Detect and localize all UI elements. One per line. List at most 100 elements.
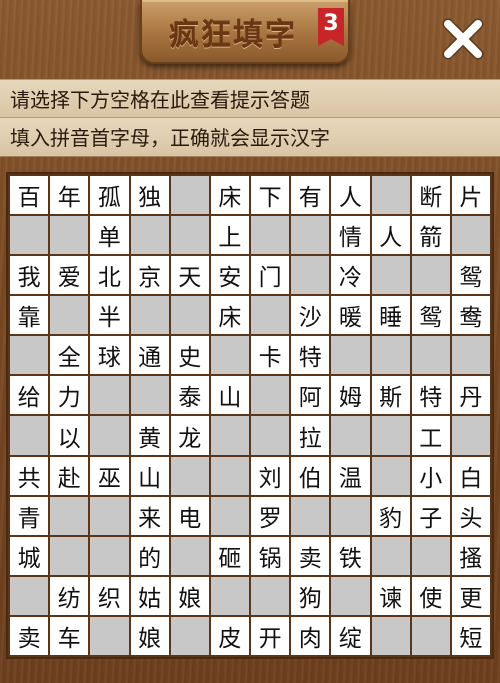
grid-cell-filled[interactable]: 泰 [170, 376, 209, 415]
grid-cell-filled[interactable]: 床 [210, 176, 249, 215]
grid-cell-empty[interactable] [210, 576, 249, 615]
grid-cell-filled[interactable]: 娘 [170, 576, 209, 615]
close-button[interactable] [440, 16, 486, 62]
grid-cell-empty[interactable] [130, 376, 169, 415]
grid-cell-empty[interactable] [130, 296, 169, 335]
grid-cell-filled[interactable]: 冷 [331, 256, 370, 295]
grid-cell-filled[interactable]: 罗 [251, 496, 290, 535]
grid-cell-filled[interactable]: 特 [291, 336, 330, 375]
grid-cell-filled[interactable]: 头 [451, 496, 490, 535]
grid-cell-filled[interactable]: 断 [411, 176, 450, 215]
grid-cell-empty[interactable] [90, 416, 129, 455]
grid-cell-filled[interactable]: 靠 [10, 296, 49, 335]
grid-cell-empty[interactable] [10, 416, 49, 455]
grid-cell-filled[interactable]: 白 [451, 456, 490, 495]
grid-cell-empty[interactable] [170, 176, 209, 215]
grid-cell-filled[interactable]: 年 [50, 176, 89, 215]
grid-cell-filled[interactable]: 电 [170, 496, 209, 535]
grid-cell-filled[interactable]: 搔 [451, 536, 490, 575]
grid-cell-filled[interactable]: 有 [291, 176, 330, 215]
grid-cell-filled[interactable]: 子 [411, 496, 450, 535]
grid-cell-empty[interactable] [170, 456, 209, 495]
grid-cell-filled[interactable]: 砸 [210, 536, 249, 575]
grid-cell-empty[interactable] [251, 216, 290, 255]
grid-cell-filled[interactable]: 独 [130, 176, 169, 215]
grid-cell-empty[interactable] [130, 216, 169, 255]
grid-cell-filled[interactable]: 短 [451, 616, 490, 655]
grid-cell-empty[interactable] [451, 216, 490, 255]
grid-cell-filled[interactable]: 车 [50, 616, 89, 655]
grid-cell-filled[interactable]: 单 [90, 216, 129, 255]
grid-cell-empty[interactable] [50, 496, 89, 535]
grid-cell-filled[interactable]: 通 [130, 336, 169, 375]
grid-cell-filled[interactable]: 赴 [50, 456, 89, 495]
grid-cell-filled[interactable]: 片 [451, 176, 490, 215]
grid-cell-filled[interactable]: 更 [451, 576, 490, 615]
grid-cell-empty[interactable] [411, 616, 450, 655]
grid-cell-filled[interactable]: 暖 [331, 296, 370, 335]
grid-cell-filled[interactable]: 给 [10, 376, 49, 415]
grid-cell-filled[interactable]: 工 [411, 416, 450, 455]
grid-cell-empty[interactable] [90, 536, 129, 575]
grid-cell-empty[interactable] [411, 336, 450, 375]
grid-cell-empty[interactable] [50, 536, 89, 575]
grid-cell-filled[interactable]: 卖 [291, 536, 330, 575]
grid-cell-filled[interactable]: 阿 [291, 376, 330, 415]
grid-cell-empty[interactable] [90, 496, 129, 535]
grid-cell-filled[interactable]: 黄 [130, 416, 169, 455]
grid-cell-empty[interactable] [331, 576, 370, 615]
grid-cell-filled[interactable]: 情 [331, 216, 370, 255]
grid-cell-filled[interactable]: 青 [10, 496, 49, 535]
grid-cell-filled[interactable]: 纺 [50, 576, 89, 615]
grid-cell-empty[interactable] [170, 296, 209, 335]
grid-cell-filled[interactable]: 姆 [331, 376, 370, 415]
grid-cell-filled[interactable]: 温 [331, 456, 370, 495]
grid-cell-empty[interactable] [371, 256, 410, 295]
grid-cell-empty[interactable] [170, 536, 209, 575]
grid-cell-filled[interactable]: 我 [10, 256, 49, 295]
grid-cell-empty[interactable] [90, 376, 129, 415]
grid-cell-filled[interactable]: 山 [130, 456, 169, 495]
grid-cell-empty[interactable] [411, 256, 450, 295]
grid-cell-empty[interactable] [10, 576, 49, 615]
grid-cell-filled[interactable]: 人 [331, 176, 370, 215]
grid-cell-filled[interactable]: 下 [251, 176, 290, 215]
grid-cell-empty[interactable] [411, 536, 450, 575]
grid-cell-filled[interactable]: 孤 [90, 176, 129, 215]
grid-cell-empty[interactable] [291, 256, 330, 295]
grid-cell-filled[interactable]: 巫 [90, 456, 129, 495]
grid-cell-filled[interactable]: 皮 [210, 616, 249, 655]
grid-cell-filled[interactable]: 山 [210, 376, 249, 415]
grid-cell-filled[interactable]: 箭 [411, 216, 450, 255]
grid-cell-filled[interactable]: 半 [90, 296, 129, 335]
grid-cell-filled[interactable]: 的 [130, 536, 169, 575]
grid-cell-empty[interactable] [251, 296, 290, 335]
grid-cell-filled[interactable]: 安 [210, 256, 249, 295]
grid-cell-filled[interactable]: 百 [10, 176, 49, 215]
grid-cell-filled[interactable]: 使 [411, 576, 450, 615]
grid-cell-empty[interactable] [331, 496, 370, 535]
grid-cell-filled[interactable]: 小 [411, 456, 450, 495]
grid-cell-filled[interactable]: 力 [50, 376, 89, 415]
grid-cell-filled[interactable]: 姑 [130, 576, 169, 615]
grid-cell-filled[interactable]: 开 [251, 616, 290, 655]
grid-cell-filled[interactable]: 织 [90, 576, 129, 615]
grid-cell-empty[interactable] [10, 216, 49, 255]
grid-cell-filled[interactable]: 斯 [371, 376, 410, 415]
grid-cell-filled[interactable]: 铁 [331, 536, 370, 575]
grid-cell-filled[interactable]: 史 [170, 336, 209, 375]
grid-cell-empty[interactable] [90, 616, 129, 655]
grid-cell-empty[interactable] [331, 336, 370, 375]
grid-cell-filled[interactable]: 特 [411, 376, 450, 415]
grid-cell-filled[interactable]: 鸳 [451, 256, 490, 295]
grid-cell-empty[interactable] [251, 576, 290, 615]
grid-cell-filled[interactable]: 京 [130, 256, 169, 295]
grid-cell-empty[interactable] [371, 616, 410, 655]
grid-cell-filled[interactable]: 丹 [451, 376, 490, 415]
grid-cell-filled[interactable]: 来 [130, 496, 169, 535]
grid-cell-filled[interactable]: 娘 [130, 616, 169, 655]
grid-cell-filled[interactable]: 上 [210, 216, 249, 255]
grid-cell-empty[interactable] [170, 216, 209, 255]
grid-cell-empty[interactable] [50, 296, 89, 335]
grid-cell-empty[interactable] [371, 416, 410, 455]
